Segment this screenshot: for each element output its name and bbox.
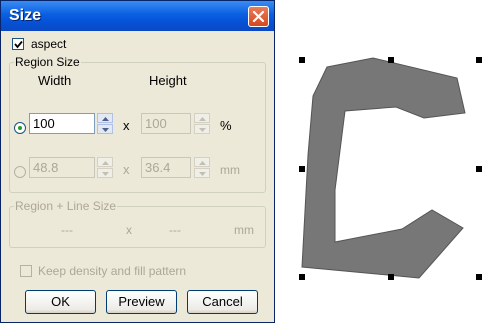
close-button[interactable] <box>248 6 269 27</box>
spin-up-button[interactable] <box>194 113 210 123</box>
selection-handle[interactable] <box>299 57 305 63</box>
height-mm-input[interactable]: 36.4 <box>141 157 191 178</box>
spin-down-button[interactable] <box>97 168 113 178</box>
spin-down-button[interactable] <box>194 168 210 178</box>
arrow-down-icon <box>199 172 206 176</box>
arrow-down-icon <box>102 172 109 176</box>
aspect-checkbox[interactable] <box>12 38 24 50</box>
dialog-titlebar[interactable]: Size <box>1 1 274 31</box>
selection-handle[interactable] <box>476 57 482 63</box>
checkmark-icon <box>14 40 23 49</box>
selection-handle[interactable] <box>388 57 394 63</box>
spin-up-button[interactable] <box>97 113 113 123</box>
width-mm-input[interactable]: 48.8 <box>29 157 95 178</box>
ok-button[interactable]: OK <box>25 290 96 314</box>
arrow-up-icon <box>199 117 206 121</box>
region-line-height-value: --- <box>169 223 181 237</box>
percent-row-separator: x <box>123 118 130 133</box>
c-shape-icon[interactable] <box>275 0 482 323</box>
width-mm-spinner[interactable] <box>97 157 113 178</box>
selection-handle[interactable] <box>299 274 305 280</box>
mm-radio[interactable] <box>14 166 26 178</box>
width-percent-spinner[interactable] <box>97 113 113 134</box>
selection-handle[interactable] <box>476 166 482 172</box>
selection-handle[interactable] <box>388 274 394 280</box>
region-line-size-legend: Region + Line Size <box>14 199 118 213</box>
spin-down-button[interactable] <box>194 124 210 134</box>
region-line-width-value: --- <box>61 223 73 237</box>
arrow-down-icon <box>102 128 109 132</box>
region-size-legend: Region Size <box>14 55 81 69</box>
spin-up-button[interactable] <box>97 157 113 167</box>
arrow-up-icon <box>199 161 206 165</box>
region-line-separator: x <box>126 223 132 237</box>
height-percent-spinner[interactable] <box>194 113 210 134</box>
cancel-button[interactable]: Cancel <box>187 290 258 314</box>
percent-radio[interactable] <box>14 122 26 134</box>
mm-unit: mm <box>220 163 240 177</box>
width-header: Width <box>38 73 72 88</box>
selection-handle[interactable] <box>476 274 482 280</box>
keep-density-label: Keep density and fill pattern <box>38 264 187 278</box>
radio-selected-dot <box>18 126 22 130</box>
size-dialog: Size aspect Region Size Width Height 100… <box>0 0 275 323</box>
arrow-up-icon <box>102 161 109 165</box>
dialog-title: Size <box>9 7 42 24</box>
arrow-down-icon <box>199 128 206 132</box>
percent-unit: % <box>220 118 232 133</box>
height-header: Height <box>149 73 187 88</box>
selection-handle[interactable] <box>299 166 305 172</box>
close-icon <box>252 10 265 23</box>
height-mm-spinner[interactable] <box>194 157 210 178</box>
height-percent-input[interactable]: 100 <box>141 113 191 134</box>
aspect-label: aspect <box>31 37 67 51</box>
arrow-up-icon <box>102 117 109 121</box>
keep-density-checkbox[interactable] <box>20 265 32 277</box>
spin-up-button[interactable] <box>194 157 210 167</box>
preview-button[interactable]: Preview <box>106 290 177 314</box>
spin-down-button[interactable] <box>97 124 113 134</box>
mm-row-separator: x <box>123 162 130 177</box>
drawing-canvas[interactable] <box>275 0 482 323</box>
region-line-unit: mm <box>234 223 254 237</box>
width-percent-input[interactable]: 100 <box>29 113 95 134</box>
